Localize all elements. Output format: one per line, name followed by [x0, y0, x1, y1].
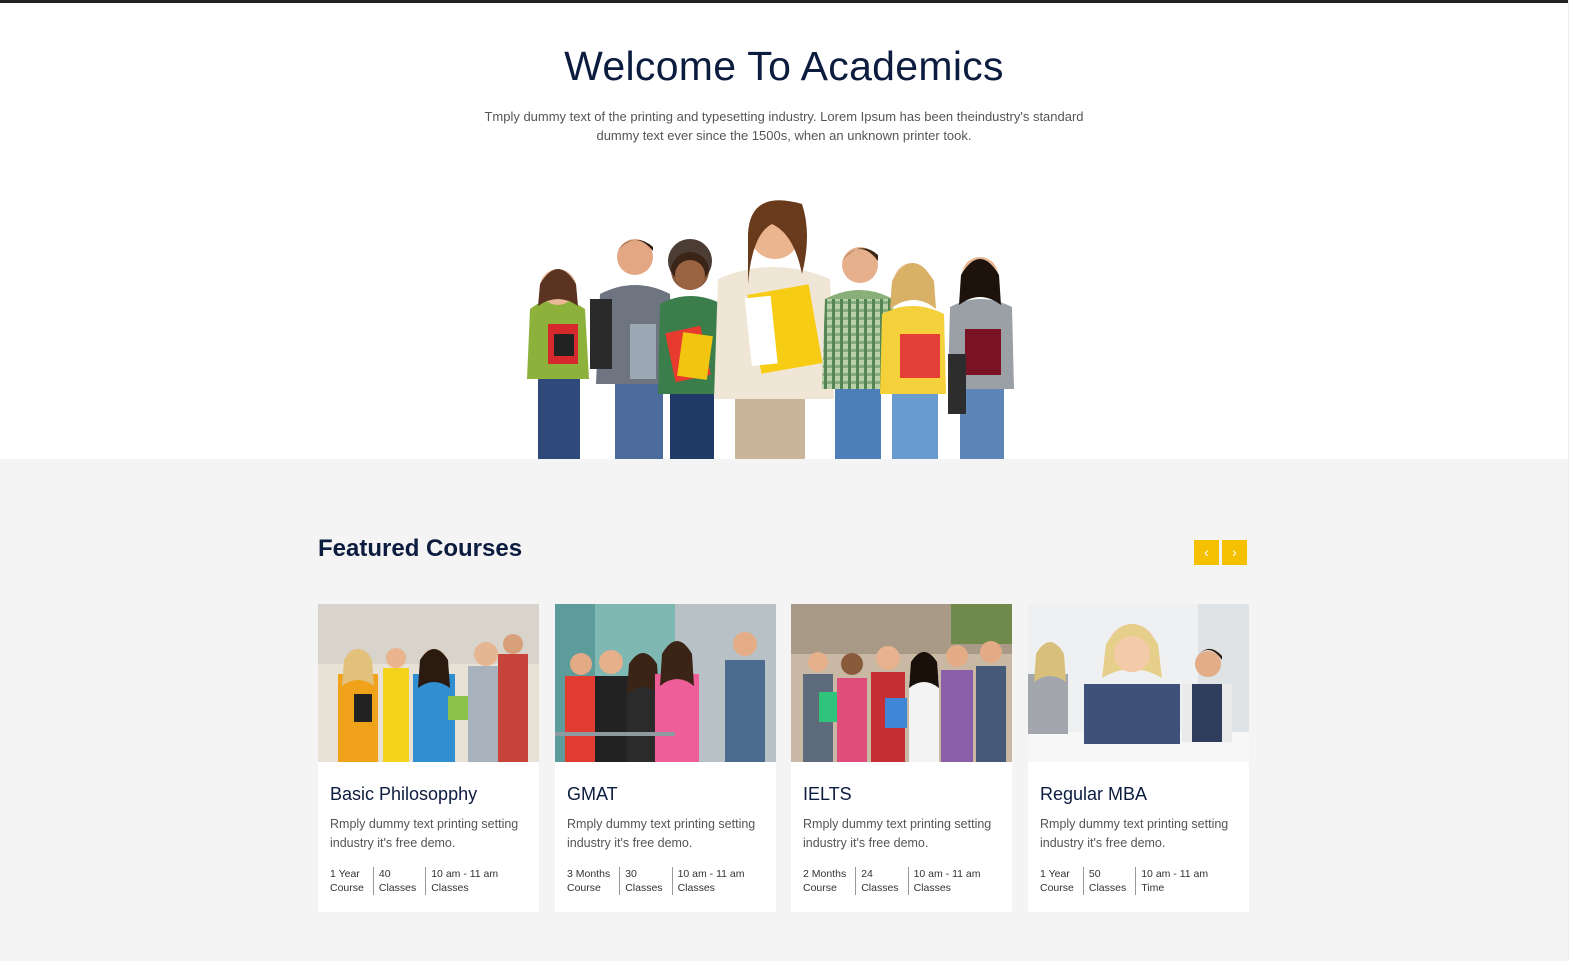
- meta-label: Classes: [861, 882, 899, 894]
- course-image: [555, 604, 776, 762]
- meta-label: Course: [567, 882, 601, 894]
- course-meta: 2 Months Course 24 Classes 10 am - 11 am Cl…: [803, 867, 989, 895]
- course-duration: 1 Year Course: [330, 867, 373, 895]
- course-card[interactable]: Basic Philosopphy Rmply dummy text print…: [318, 604, 539, 912]
- meta-value: 10 am - 11 am: [677, 868, 745, 880]
- meta-value: 3 Months: [567, 868, 611, 880]
- meta-value: 40: [378, 868, 391, 880]
- chevron-right-icon: ›: [1232, 544, 1237, 560]
- course-card[interactable]: IELTS Rmply dummy text printing setting …: [791, 604, 1012, 912]
- scrollbar[interactable]: [1568, 0, 1585, 961]
- meta-value: 30: [625, 868, 637, 880]
- course-meta: 1 Year Course 50 Classes 10 am - 11 am Time: [1040, 867, 1217, 895]
- course-description: Rmply dummy text printing setting indust…: [803, 817, 992, 850]
- course-description: Rmply dummy text printing setting indust…: [567, 817, 756, 850]
- meta-label: Classes: [913, 882, 951, 894]
- meta-value: 10 am - 11 am: [1141, 868, 1209, 880]
- course-time: 10 am - 11 am Classes: [425, 867, 507, 895]
- course-classes: 30 Classes: [619, 867, 671, 895]
- meta-label: Classes: [625, 882, 663, 894]
- meta-label: Classes: [677, 882, 715, 894]
- students-group-image: [527, 200, 1014, 459]
- course-title[interactable]: Basic Philosopphy: [330, 784, 477, 805]
- course-card[interactable]: Regular MBA Rmply dummy text printing se…: [1028, 604, 1249, 912]
- meta-value: 1 Year: [330, 868, 360, 880]
- course-time: 10 am - 11 am Time: [1135, 867, 1217, 895]
- meta-value: 24: [861, 868, 873, 880]
- course-image: [318, 604, 539, 762]
- meta-label: Classes: [1088, 882, 1127, 894]
- chevron-left-icon: ‹: [1204, 544, 1209, 560]
- course-duration: 1 Year Course: [1040, 867, 1083, 895]
- course-title[interactable]: Regular MBA: [1040, 784, 1147, 805]
- course-card[interactable]: GMAT Rmply dummy text printing setting i…: [555, 604, 776, 912]
- course-time: 10 am - 11 am Classes: [907, 867, 990, 895]
- course-image: [791, 604, 1012, 762]
- student-figure: [658, 239, 724, 459]
- meta-label: Course: [803, 882, 837, 894]
- carousel-prev-button[interactable]: ‹: [1194, 540, 1219, 565]
- student-figure: [880, 263, 946, 459]
- course-duration: 2 Months Course: [803, 867, 855, 895]
- meta-label: Course: [330, 882, 364, 894]
- course-description: Rmply dummy text printing setting indust…: [1040, 817, 1229, 850]
- course-classes: 40 Classes: [372, 867, 425, 895]
- course-meta: 3 Months Course 30 Classes 10 am - 11 am Cl…: [567, 867, 753, 895]
- welcome-description: Tmply dummy text of the printing and typ…: [484, 109, 1084, 143]
- course-description: Rmply dummy text printing setting indust…: [330, 817, 519, 850]
- course-image: [1028, 604, 1249, 762]
- welcome-title: Welcome To Academics: [564, 43, 1004, 89]
- meta-value: 10 am - 11 am: [431, 868, 499, 880]
- student-figure: [948, 257, 1014, 459]
- meta-label: Classes: [431, 882, 469, 894]
- meta-value: 50: [1088, 868, 1101, 880]
- course-classes: 24 Classes: [855, 867, 907, 895]
- course-meta: 1 Year Course 40 Classes 10 am - 11 am Clas…: [330, 867, 507, 895]
- course-classes: 50 Classes: [1082, 867, 1135, 895]
- meta-value: 10 am - 11 am: [913, 868, 981, 880]
- course-title[interactable]: GMAT: [567, 784, 618, 805]
- welcome-section: Welcome To Academics Tmply dummy text of…: [0, 3, 1568, 459]
- student-figure: [527, 269, 589, 459]
- meta-label: Course: [1040, 882, 1074, 894]
- meta-value: 2 Months: [803, 868, 847, 880]
- featured-courses-section: Featured Courses ‹ › Basic Philosopphy R…: [0, 459, 1568, 961]
- meta-label: Time: [1141, 882, 1165, 894]
- meta-label: Classes: [378, 882, 417, 894]
- carousel-next-button[interactable]: ›: [1222, 540, 1247, 565]
- course-duration: 3 Months Course: [567, 867, 619, 895]
- meta-value: 1 Year: [1040, 868, 1070, 880]
- course-time: 10 am - 11 am Classes: [671, 867, 754, 895]
- featured-courses-title: Featured Courses: [318, 535, 523, 562]
- course-title[interactable]: IELTS: [803, 784, 852, 805]
- student-figure: [714, 200, 834, 459]
